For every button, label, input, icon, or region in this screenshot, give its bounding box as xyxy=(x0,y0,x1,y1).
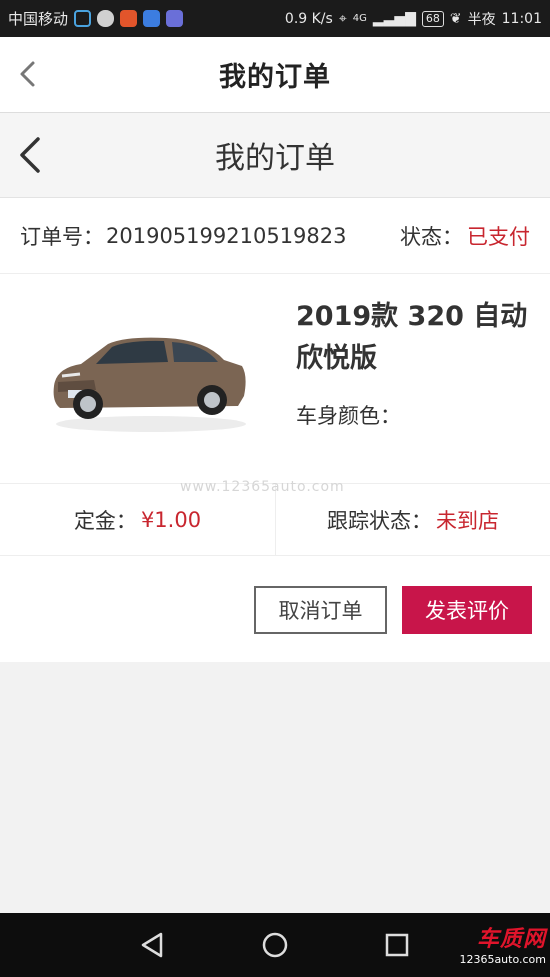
network-speed: 0.9 K/s xyxy=(284,10,333,27)
clock: 11:01 xyxy=(501,10,542,27)
cancel-order-button[interactable]: 取消订单 xyxy=(254,586,387,634)
order-number-row: 订单号： 201905199210519823 状态： 已支付 xyxy=(0,198,550,274)
recents-square-icon[interactable] xyxy=(379,927,415,963)
order-number: 201905199210519823 xyxy=(106,223,347,248)
player-app-icon xyxy=(143,10,161,27)
logo-url: 12365auto.com xyxy=(459,953,546,966)
body-color-label: 车身颜色： xyxy=(296,404,401,428)
car-image xyxy=(53,337,246,432)
order-card: 订单号： 201905199210519823 状态： 已支付 2019款 32… xyxy=(0,198,550,662)
back-chevron-icon[interactable] xyxy=(14,135,48,175)
lock-app-icon xyxy=(74,10,92,27)
network-type: 4G xyxy=(352,13,367,24)
cloud-icon xyxy=(97,10,115,27)
write-review-button[interactable]: 发表评价 xyxy=(402,586,532,634)
deposit-amount: ¥1.00 xyxy=(140,507,202,532)
battery-indicator: 68 xyxy=(421,10,444,27)
signal-icon: ▂▃▅▇ xyxy=(372,10,416,27)
music-app-icon xyxy=(166,10,184,27)
page-header: 我的订单 xyxy=(0,113,550,198)
page-title: 我的订单 xyxy=(215,141,335,176)
video-app-icon xyxy=(120,10,138,27)
app-header: 我的订单 xyxy=(0,37,550,113)
watermark: www.12365auto.com xyxy=(180,479,345,495)
system-nav-bar: 车质网 12365auto.com xyxy=(0,913,550,977)
tracking-label: 跟踪状态： xyxy=(327,508,432,533)
product-name: 2019款 320 自动欣悦版 xyxy=(296,301,528,374)
order-actions: 取消订单 发表评价 xyxy=(0,556,550,662)
app-header-title: 我的订单 xyxy=(219,62,331,93)
product-row[interactable]: 2019款 320 自动欣悦版 车身颜色： xyxy=(0,274,550,484)
leaf-icon: ❦ xyxy=(449,10,462,27)
deposit-label: 定金： xyxy=(73,508,137,533)
back-arrow-icon[interactable] xyxy=(14,59,44,89)
status-bar: 中国移动 0.9 K/s ⌖ 4G ▂▃▅▇ 68 ❦ 半夜 11:01 xyxy=(0,0,550,37)
location-icon: ⌖ xyxy=(338,10,347,27)
order-number-label: 订单号： xyxy=(20,224,104,249)
carrier-label: 中国移动 xyxy=(8,10,69,28)
logo-title: 车质网 xyxy=(476,927,546,952)
home-circle-icon[interactable] xyxy=(257,927,293,963)
tracking-status: 未到店 xyxy=(436,508,499,533)
time-period: 半夜 xyxy=(467,11,496,28)
back-triangle-icon[interactable] xyxy=(135,927,171,963)
order-status-label: 状态： xyxy=(400,224,463,249)
order-status: 已支付 xyxy=(467,224,530,249)
site-logo: 车质网 12365auto.com xyxy=(459,921,546,966)
